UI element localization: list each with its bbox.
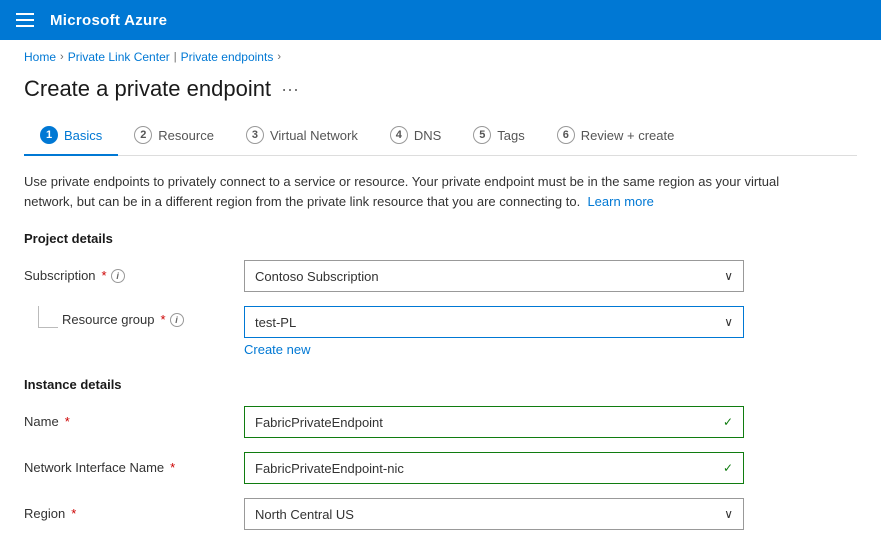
breadcrumb-home[interactable]: Home <box>24 50 56 64</box>
page-title: Create a private endpoint <box>24 76 271 102</box>
subscription-row: Subscription * i Contoso Subscription ∨ <box>24 260 857 292</box>
resource-group-control: test-PL ∨ Create new <box>244 306 744 357</box>
resource-group-required: * <box>161 312 166 327</box>
create-new-link[interactable]: Create new <box>244 342 310 357</box>
tab-label-resource: Resource <box>158 128 214 143</box>
tab-review-create[interactable]: 6 Review + create <box>541 118 691 156</box>
page-options-button[interactable]: ··· <box>281 79 299 100</box>
nic-required: * <box>170 460 175 475</box>
resource-group-row: Resource group * i test-PL ∨ Create new <box>24 306 857 357</box>
tab-label-review: Review + create <box>581 128 675 143</box>
subscription-control: Contoso Subscription ∨ <box>244 260 744 292</box>
resource-group-chevron-icon: ∨ <box>724 315 733 329</box>
resource-group-select[interactable]: test-PL ∨ <box>244 306 744 338</box>
breadcrumb-private-endpoints[interactable]: Private endpoints <box>181 50 274 64</box>
tab-num-basics: 1 <box>40 126 58 144</box>
tab-num-dns: 4 <box>390 126 408 144</box>
nic-input[interactable]: FabricPrivateEndpoint-nic ✓ <box>244 452 744 484</box>
app-title: Microsoft Azure <box>50 12 167 29</box>
indent-line <box>38 306 58 328</box>
tab-virtual-network[interactable]: 3 Virtual Network <box>230 118 374 156</box>
name-select-wrapper: FabricPrivateEndpoint ✓ <box>244 406 744 438</box>
name-input[interactable]: FabricPrivateEndpoint ✓ <box>244 406 744 438</box>
tab-num-resource: 2 <box>134 126 152 144</box>
breadcrumb-sep-1: › <box>60 51 64 63</box>
content-area: Use private endpoints to privately conne… <box>0 156 881 560</box>
region-label: Region * <box>24 498 244 521</box>
tab-num-review: 6 <box>557 126 575 144</box>
region-chevron-icon: ∨ <box>724 507 733 521</box>
tab-label-basics: Basics <box>64 128 102 143</box>
subscription-required: * <box>102 268 107 283</box>
subscription-select-wrapper: Contoso Subscription ∨ <box>244 260 744 292</box>
tab-label-vnet: Virtual Network <box>270 128 358 143</box>
subscription-select[interactable]: Contoso Subscription ∨ <box>244 260 744 292</box>
name-check-icon: ✓ <box>723 415 733 429</box>
region-select-wrapper: North Central US ∨ <box>244 498 744 530</box>
region-required: * <box>71 506 76 521</box>
subscription-label: Subscription * i <box>24 260 244 283</box>
breadcrumb-link-center[interactable]: Private Link Center <box>68 50 170 64</box>
subscription-chevron-icon: ∨ <box>724 269 733 283</box>
resource-group-info-icon[interactable]: i <box>170 313 184 327</box>
tab-tags[interactable]: 5 Tags <box>457 118 540 156</box>
region-control: North Central US ∨ <box>244 498 744 530</box>
region-row: Region * North Central US ∨ <box>24 498 857 530</box>
name-required: * <box>65 414 70 429</box>
tab-dns[interactable]: 4 DNS <box>374 118 457 156</box>
breadcrumb-sep-3: › <box>277 51 281 63</box>
tab-label-tags: Tags <box>497 128 524 143</box>
hamburger-menu[interactable] <box>16 13 34 27</box>
nic-row: Network Interface Name * FabricPrivateEn… <box>24 452 857 484</box>
info-text: Use private endpoints to privately conne… <box>24 172 804 211</box>
project-details-heading: Project details <box>24 231 857 246</box>
name-row: Name * FabricPrivateEndpoint ✓ <box>24 406 857 438</box>
breadcrumb: Home › Private Link Center | Private end… <box>0 40 881 68</box>
instance-details-heading: Instance details <box>24 377 857 392</box>
tab-num-tags: 5 <box>473 126 491 144</box>
nic-check-icon: ✓ <box>723 461 733 475</box>
resource-group-select-wrapper: test-PL ∨ <box>244 306 744 338</box>
region-select[interactable]: North Central US ∨ <box>244 498 744 530</box>
nic-control: FabricPrivateEndpoint-nic ✓ <box>244 452 744 484</box>
wizard-tabs: 1 Basics 2 Resource 3 Virtual Network 4 … <box>24 118 857 156</box>
breadcrumb-sep-2: | <box>174 51 177 63</box>
tab-num-vnet: 3 <box>246 126 264 144</box>
tab-resource[interactable]: 2 Resource <box>118 118 230 156</box>
page-header: Create a private endpoint ··· <box>0 68 881 118</box>
tab-basics[interactable]: 1 Basics <box>24 118 118 156</box>
tab-label-dns: DNS <box>414 128 441 143</box>
topbar: Microsoft Azure <box>0 0 881 40</box>
subscription-info-icon[interactable]: i <box>111 269 125 283</box>
nic-label: Network Interface Name * <box>24 452 244 475</box>
name-label: Name * <box>24 406 244 429</box>
nic-select-wrapper: FabricPrivateEndpoint-nic ✓ <box>244 452 744 484</box>
learn-more-link[interactable]: Learn more <box>587 194 653 209</box>
name-control: FabricPrivateEndpoint ✓ <box>244 406 744 438</box>
